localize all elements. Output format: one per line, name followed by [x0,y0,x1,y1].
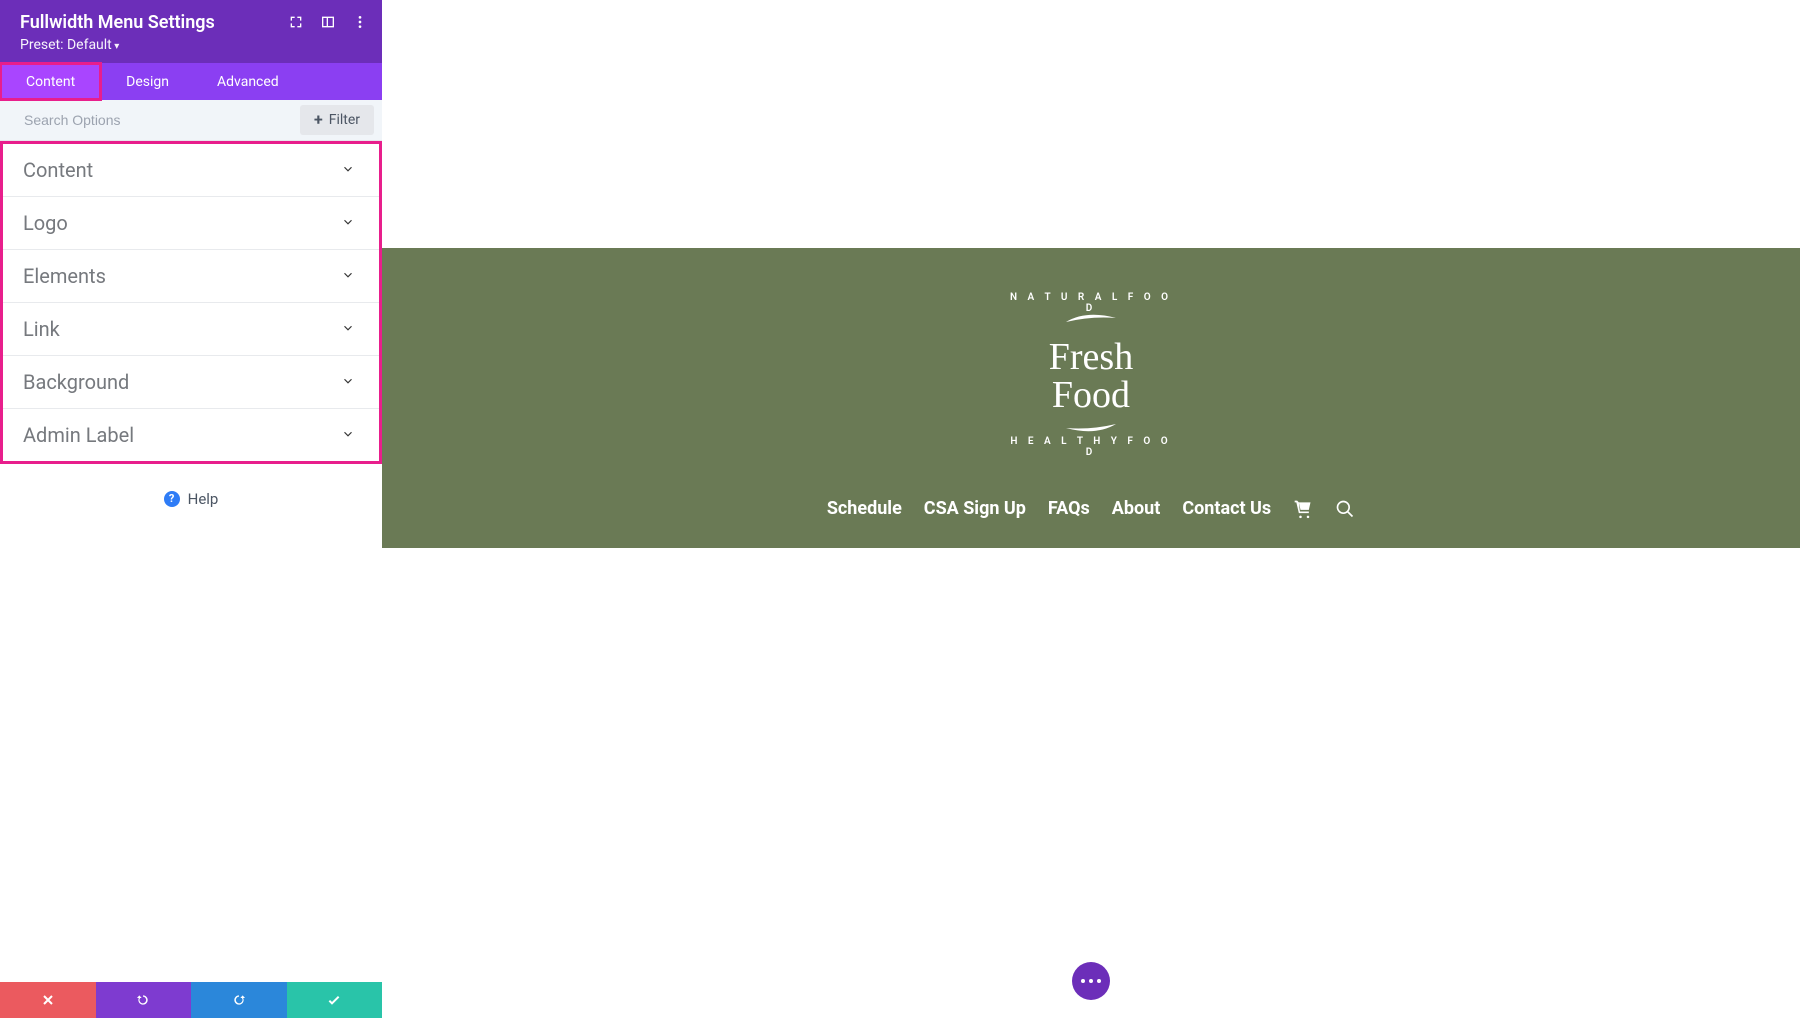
section-content[interactable]: Content [3,144,379,197]
dock-icon[interactable] [320,14,336,30]
more-vertical-icon[interactable] [352,14,368,30]
section-label: Content [23,158,93,182]
redo-button[interactable] [191,982,287,1018]
save-button[interactable] [287,982,383,1018]
dots-icon [1081,979,1085,983]
cancel-button[interactable] [0,982,96,1018]
section-label: Admin Label [23,423,134,447]
section-logo[interactable]: Logo [3,197,379,250]
nav-link-schedule[interactable]: Schedule [827,498,902,519]
section-background[interactable]: Background [3,356,379,409]
logo-bottom-text: H E A L T H Y F O O D [1006,436,1176,458]
nav-link-faqs[interactable]: FAQs [1048,498,1090,519]
tab-design[interactable]: Design [102,63,193,100]
accordion-list: Content Logo Elements Link Background Ad… [0,141,382,464]
tab-content[interactable]: Content [0,62,102,101]
chevron-down-icon [341,161,355,180]
logo: N A T U R A L F O O D Fresh Food H E A L… [1006,288,1176,462]
nav-link-contact[interactable]: Contact Us [1182,498,1271,519]
search-row: + Filter [0,100,382,141]
help-label: Help [188,490,219,508]
logo-top-text: N A T U R A L F O O D [1006,292,1176,314]
dots-icon [1097,979,1101,983]
fullwidth-menu-preview: N A T U R A L F O O D Fresh Food H E A L… [382,248,1800,548]
panel-header: Fullwidth Menu Settings Preset: Default [0,0,382,63]
floating-action-button[interactable] [1072,962,1110,1000]
preview-canvas: N A T U R A L F O O D Fresh Food H E A L… [382,0,1800,1018]
undo-button[interactable] [96,982,192,1018]
search-icon[interactable] [1335,499,1355,519]
expand-icon[interactable] [288,14,304,30]
section-elements[interactable]: Elements [3,250,379,303]
cart-icon[interactable] [1293,499,1313,519]
chevron-down-icon [341,426,355,445]
section-label: Link [23,317,60,341]
filter-label: Filter [329,112,360,128]
chevron-down-icon [341,320,355,339]
filter-button[interactable]: + Filter [300,105,374,135]
section-label: Logo [23,211,68,235]
panel-footer [0,982,382,1018]
tabs: Content Design Advanced [0,63,382,100]
chevron-down-icon [341,214,355,233]
help-row: ? Help [0,464,382,532]
tab-advanced[interactable]: Advanced [193,63,303,100]
section-link[interactable]: Link [3,303,379,356]
plus-icon: + [314,112,323,128]
nav-links: Schedule CSA Sign Up FAQs About Contact … [827,498,1355,519]
nav-link-csa-signup[interactable]: CSA Sign Up [924,498,1026,519]
chevron-down-icon [341,373,355,392]
nav-link-about[interactable]: About [1112,498,1161,519]
search-input[interactable] [0,102,300,138]
settings-sidebar: Fullwidth Menu Settings Preset: Default … [0,0,382,1018]
chevron-down-icon [341,267,355,286]
help-icon: ? [164,491,180,507]
help-button[interactable]: ? Help [164,490,219,508]
header-icon-group [288,14,368,30]
preset-selector[interactable]: Preset: Default [20,37,362,53]
section-admin-label[interactable]: Admin Label [3,409,379,461]
dots-icon [1089,979,1093,983]
section-label: Background [23,370,129,394]
section-label: Elements [23,264,106,288]
logo-name: Fresh Food [1006,338,1176,414]
